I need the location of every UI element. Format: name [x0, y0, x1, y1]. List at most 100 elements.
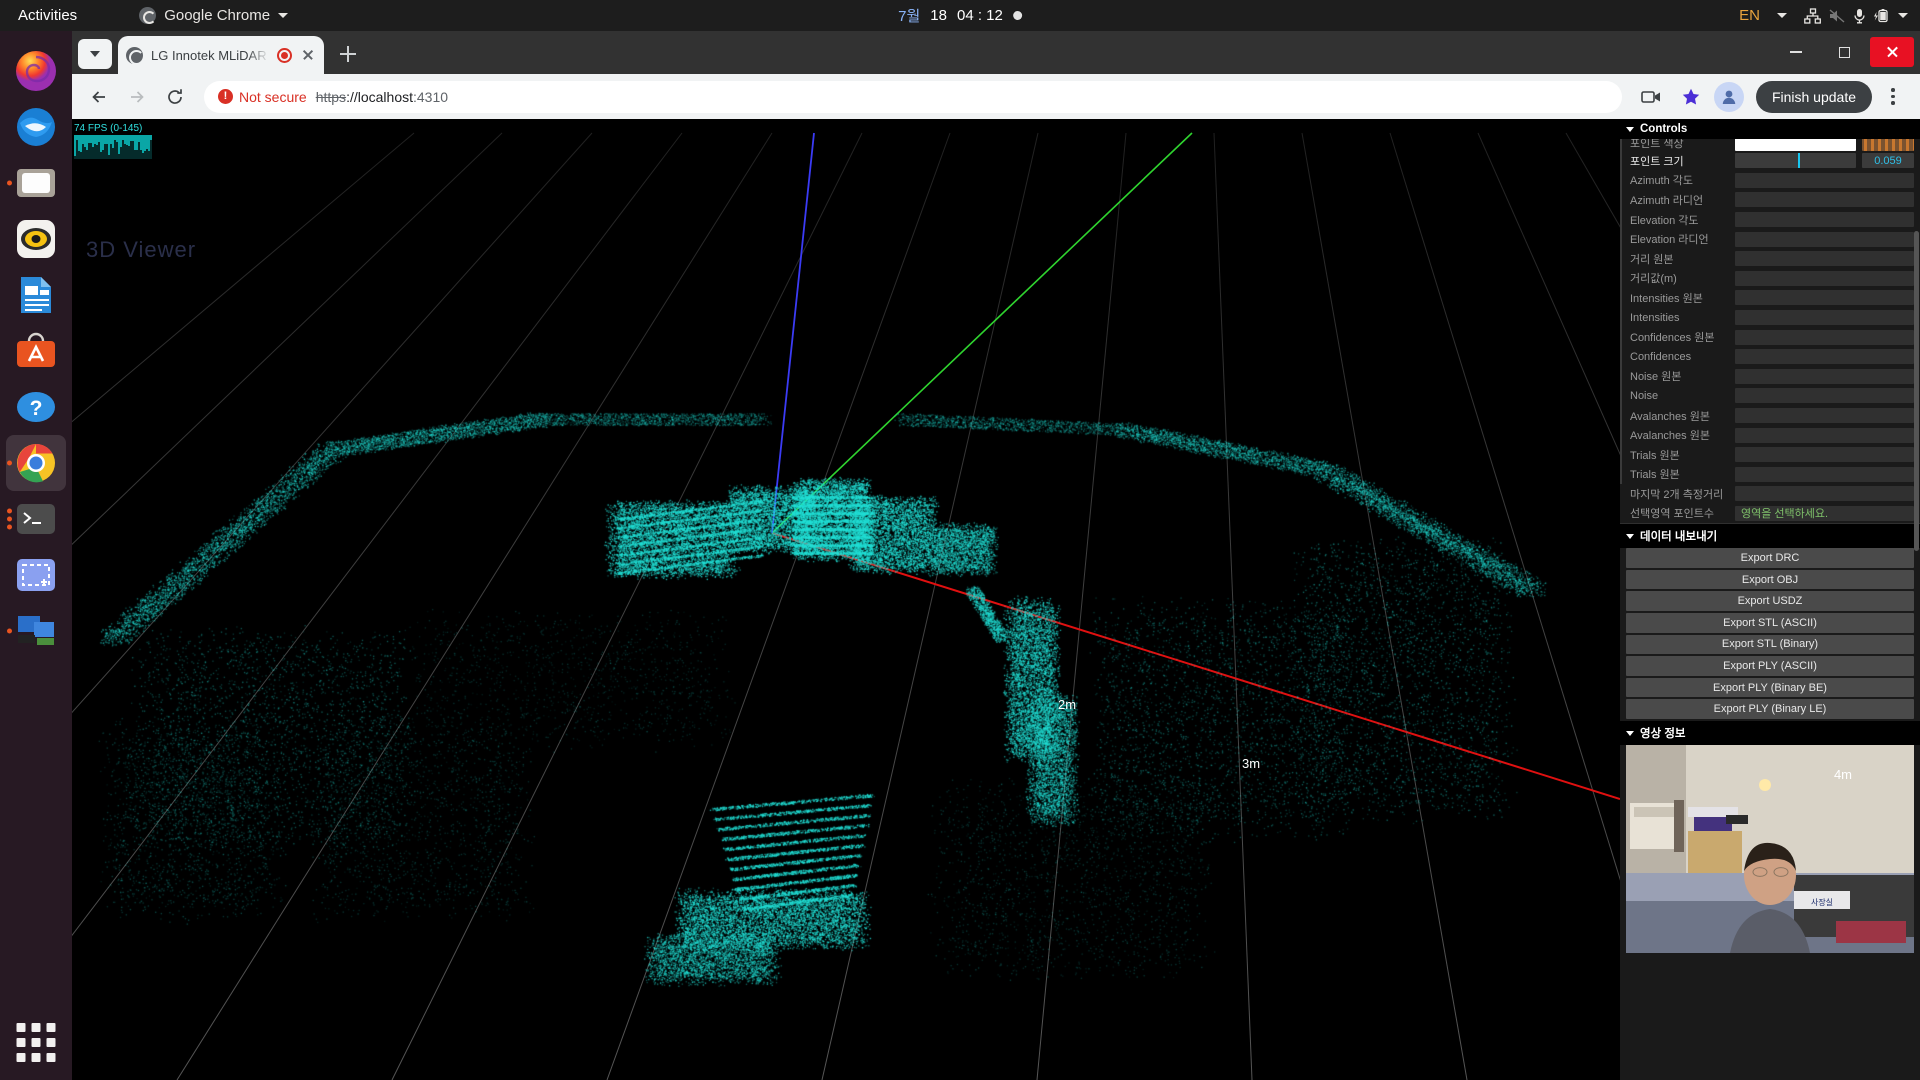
export-button[interactable]: Export USDZ	[1626, 591, 1914, 612]
readonly-field	[1735, 231, 1914, 247]
control-row[interactable]: Noise 원본	[1620, 366, 1920, 387]
control-row-label: Avalanches 원본	[1630, 430, 1710, 443]
dock-item-help[interactable]: ?	[6, 379, 66, 435]
dock-item-google-chrome[interactable]	[6, 435, 66, 491]
export-button[interactable]: Export STL (Binary)	[1626, 634, 1914, 655]
export-button[interactable]: Export PLY (Binary BE)	[1626, 677, 1914, 698]
show-applications-button[interactable]	[16, 1023, 56, 1062]
control-row[interactable]: Azimuth 라디언	[1620, 190, 1920, 210]
controls-panel[interactable]: Controls 포인트 색상 포인트 크기 0.059 Azimuth 각도 Azim…	[1620, 119, 1920, 1080]
back-button[interactable]	[82, 80, 116, 114]
page-content: 3D Viewer 74 FPS (0-145) 2m 3m Controls …	[72, 119, 1920, 1080]
control-row-label: Azimuth 라디언	[1630, 194, 1704, 207]
clock-month: 7월	[898, 8, 921, 25]
readonly-field	[1735, 212, 1914, 228]
camera-preview[interactable]: 사장실 4m	[1626, 745, 1914, 954]
reload-button[interactable]	[158, 80, 192, 114]
control-row-label: 거리값(m)	[1630, 273, 1677, 286]
tab-recording-icon[interactable]	[277, 47, 292, 63]
clock[interactable]: 7월 18 04 : 12	[898, 5, 1022, 26]
security-status[interactable]: ! Not secure	[218, 89, 307, 105]
tab-close-button[interactable]	[300, 47, 316, 63]
control-row-label: Noise	[1630, 389, 1659, 402]
viewer-watermark: 3D Viewer	[86, 237, 197, 262]
export-section-header[interactable]: 데이터 내보내기	[1620, 524, 1920, 549]
control-row[interactable]: Confidences	[1620, 346, 1920, 367]
chrome-menu-button[interactable]	[1878, 80, 1908, 114]
dock-item-video-editor[interactable]	[6, 603, 66, 659]
activities-button[interactable]: Activities	[0, 7, 93, 24]
control-row-label: Intensities	[1630, 311, 1680, 324]
export-button[interactable]: Export PLY (Binary LE)	[1626, 699, 1914, 720]
video-section-header[interactable]: 영상 정보	[1620, 721, 1920, 746]
controls-footer-list: 마지막 2개 측정거리 선택영역 포인트수 영역을 선택하세요.	[1620, 484, 1920, 523]
video-header-label: 영상 정보	[1640, 728, 1686, 741]
control-row[interactable]: Avalanches 원본	[1620, 405, 1920, 426]
slider-track[interactable]	[1735, 153, 1856, 169]
forward-button[interactable]	[120, 80, 154, 114]
address-bar[interactable]: ! Not secure https://localhost:4310	[204, 80, 1622, 113]
dock-item-libreoffice-writer[interactable]	[6, 267, 66, 323]
browser-tab[interactable]: LG Innotek MLiDAR O	[118, 36, 324, 74]
controls-row-list: 포인트 색상 포인트 크기 0.059 Azimuth 각도 Azimuth 라디언 El…	[1620, 139, 1920, 485]
libreoffice-writer-icon	[21, 277, 51, 313]
dock-item-terminal[interactable]	[6, 491, 66, 547]
tab-search-button[interactable]	[78, 39, 112, 69]
control-row[interactable]: Avalanches 원본	[1620, 425, 1920, 445]
dock-item-rhythmbox[interactable]	[6, 211, 66, 267]
control-row-label: Confidences 원본	[1630, 332, 1715, 345]
point-cloud-canvas[interactable]	[72, 119, 1620, 1080]
control-row[interactable]: 포인트 크기 0.059	[1620, 151, 1920, 171]
controls-section-header[interactable]: Controls	[1620, 119, 1920, 139]
minimize-button[interactable]	[1774, 37, 1818, 67]
slider-thumb[interactable]	[1797, 153, 1800, 169]
chrome-window: LG Innotek MLiDAR O ! Not secure https:/…	[72, 31, 1920, 1080]
control-row[interactable]: Trials 원본	[1620, 444, 1920, 465]
control-row[interactable]: 거리 원본	[1620, 248, 1920, 269]
finish-update-button[interactable]: Finish update	[1755, 80, 1872, 113]
control-row-label: Avalanches 원본	[1630, 410, 1710, 423]
window-controls	[1774, 37, 1914, 67]
dock-item-firefox[interactable]	[6, 43, 66, 99]
ubuntu-dock: ?	[0, 31, 72, 1080]
control-row[interactable]: Elevation 각도	[1620, 209, 1920, 230]
control-row[interactable]: Intensities 원본	[1620, 288, 1920, 308]
export-button[interactable]: Export OBJ	[1626, 569, 1914, 590]
video-editor-icon	[18, 616, 54, 645]
bookmark-button[interactable]	[1674, 80, 1708, 114]
close-button[interactable]	[1870, 37, 1914, 67]
control-row[interactable]: 포인트 색상	[1620, 139, 1920, 151]
control-row[interactable]: Elevation 라디언	[1620, 229, 1920, 249]
new-tab-button[interactable]	[334, 40, 362, 68]
control-row[interactable]: 거리값(m)	[1620, 268, 1920, 289]
system-status-area[interactable]: EN	[1739, 7, 1908, 24]
export-button[interactable]: Export STL (ASCII)	[1626, 613, 1914, 633]
control-row[interactable]: Noise	[1620, 386, 1920, 406]
dock-item-screenshot[interactable]	[6, 547, 66, 603]
slider-value[interactable]: 0.059	[1862, 153, 1914, 169]
export-button[interactable]: Export DRC	[1626, 548, 1914, 568]
dock-item-files[interactable]	[6, 155, 66, 211]
dock-item-ubuntu-software[interactable]	[6, 323, 66, 379]
chevron-down-icon	[1626, 730, 1634, 736]
color-input[interactable]	[1735, 139, 1856, 151]
pointcloud-viewer[interactable]: 3D Viewer 74 FPS (0-145) 2m 3m	[72, 119, 1620, 1080]
tab-strip: LG Innotek MLiDAR O	[72, 31, 1920, 74]
app-menu[interactable]: Google Chrome	[139, 7, 289, 24]
control-row[interactable]: Confidences 원본	[1620, 327, 1920, 347]
color-swatch[interactable]	[1862, 139, 1914, 151]
panel-scrollbar[interactable]	[1914, 231, 1919, 551]
dock-item-thunderbird[interactable]	[6, 99, 66, 155]
control-row[interactable]: Azimuth 각도	[1620, 170, 1920, 191]
camera-preview-image: 사장실	[1626, 745, 1914, 954]
status-icons[interactable]	[1804, 7, 1908, 24]
cast-button[interactable]	[1634, 80, 1668, 114]
control-row[interactable]: Trials 원본	[1620, 464, 1920, 485]
control-row[interactable]: Intensities	[1620, 307, 1920, 328]
control-row[interactable]: 마지막 2개 측정거리	[1620, 484, 1920, 504]
profile-avatar[interactable]	[1713, 81, 1744, 112]
keyboard-language-label[interactable]: EN	[1739, 7, 1760, 24]
maximize-button[interactable]	[1822, 37, 1866, 67]
control-row[interactable]: 선택영역 포인트수 영역을 선택하세요.	[1620, 504, 1920, 524]
export-button[interactable]: Export PLY (ASCII)	[1626, 656, 1914, 676]
